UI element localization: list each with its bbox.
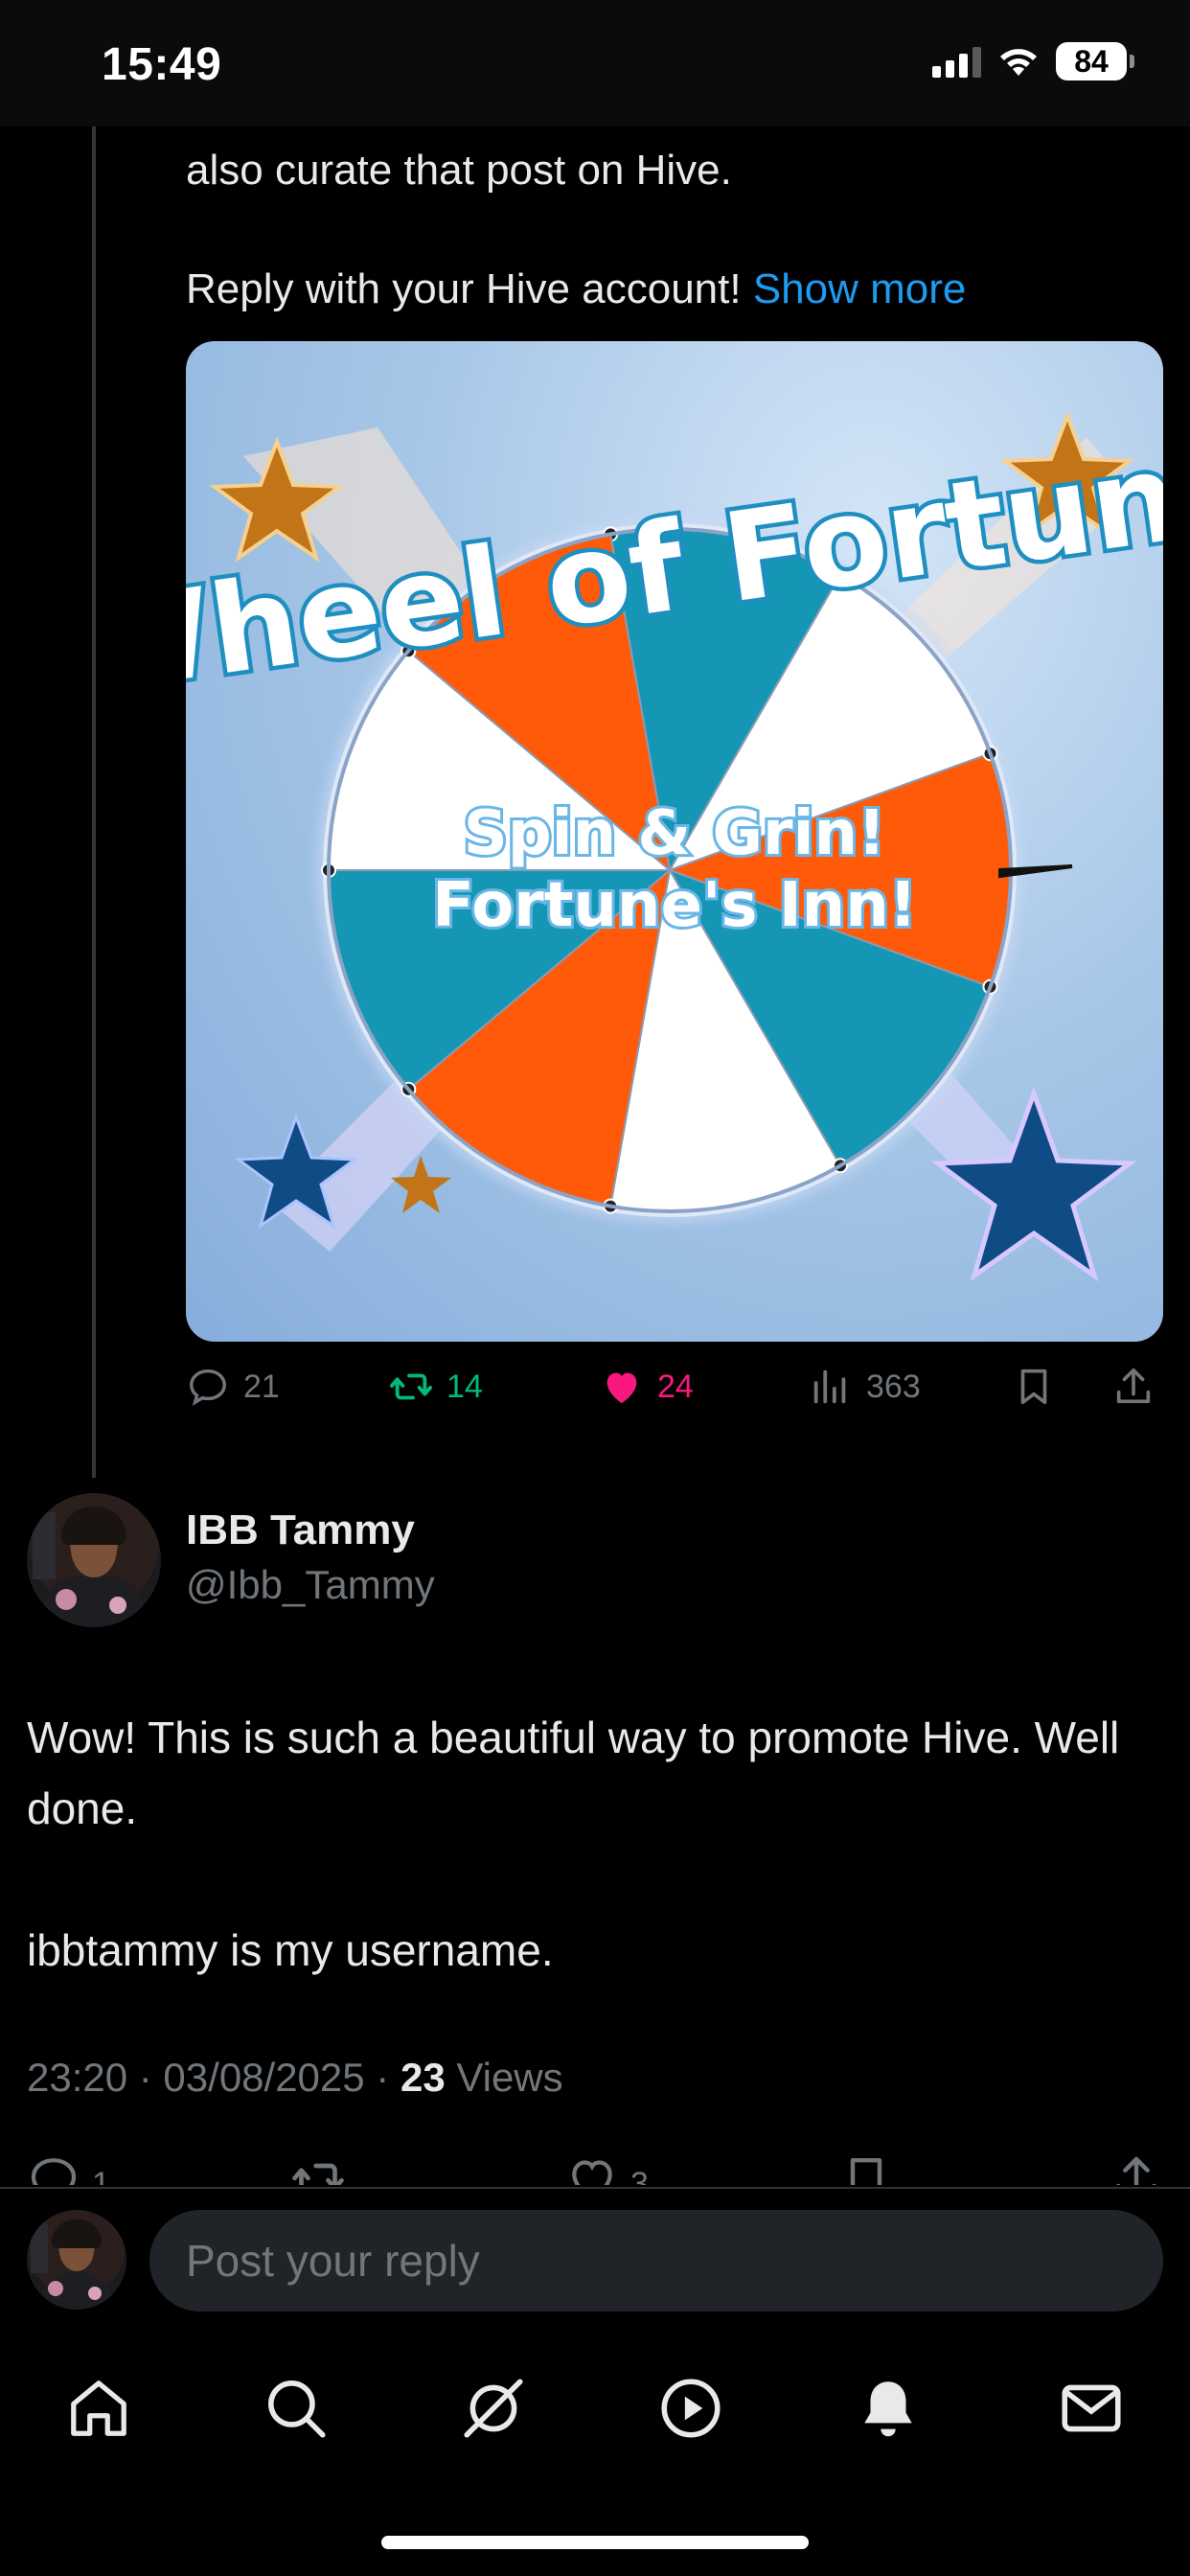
reply-count-2: 1 — [92, 2166, 110, 2185]
views-count-bold: 23 — [400, 2055, 446, 2100]
status-bar: 15:49 84 — [0, 0, 1190, 126]
avatar[interactable] — [27, 1493, 161, 1627]
tweet-action-bar: 21 14 24 363 — [186, 1365, 1163, 1422]
home-indicator — [381, 2536, 809, 2549]
like-count-2: 3 — [630, 2166, 649, 2185]
tweet-text-line2: Reply with your Hive account! Show more — [186, 265, 967, 312]
tweet-text: also curate that post on Hive. Reply wit… — [186, 142, 1154, 318]
battery-level: 84 — [1056, 42, 1127, 80]
views-icon — [813, 1369, 846, 1404]
nav-notifications[interactable] — [853, 2373, 924, 2444]
wheel-of-fortune-graphic: Wheel of Fortune Spin & Grin! Fortune's … — [186, 410, 1163, 1282]
video-icon — [661, 2379, 721, 2438]
repost-icon — [389, 1373, 433, 1400]
messages-icon — [1062, 2384, 1121, 2432]
home-icon — [71, 2380, 126, 2436]
views-label: Views — [445, 2055, 563, 2100]
nav-messages[interactable] — [1056, 2373, 1127, 2444]
like-button[interactable]: 24 — [600, 1365, 694, 1409]
media-caption-line1: Spin & Grin! — [464, 798, 886, 869]
author-handle[interactable]: @Ibb_Tammy — [186, 1562, 435, 1608]
bookmark-icon — [1020, 1368, 1047, 1405]
status-time: 15:49 — [102, 39, 222, 90]
search-icon — [268, 2380, 326, 2438]
tweet-text-line1: also curate that post on Hive. — [186, 147, 732, 194]
repost-button[interactable]: 14 — [389, 1365, 483, 1409]
thread-line — [92, 126, 96, 1478]
repost-icon — [292, 2163, 344, 2185]
heart-icon — [572, 2160, 612, 2185]
grok-icon — [464, 2379, 523, 2438]
author-name[interactable]: IBB Tammy — [186, 1506, 415, 1554]
share-icon — [1116, 2156, 1156, 2185]
reply-count: 21 — [243, 1368, 280, 1405]
tweet-media-image[interactable]: Wheel of Fortune Spin & Grin! Fortune's … — [186, 341, 1163, 1342]
like-count: 24 — [657, 1368, 694, 1405]
share-button[interactable] — [1111, 1365, 1156, 1409]
reply-button[interactable]: 21 — [186, 1365, 280, 1409]
notifications-icon — [864, 2381, 912, 2437]
nav-search[interactable] — [261, 2373, 332, 2444]
repost-count: 14 — [446, 1368, 483, 1405]
media-caption-line2: Fortune's Inn! — [432, 870, 917, 941]
reply-input[interactable] — [149, 2210, 1163, 2312]
bottom-nav — [0, 2329, 1190, 2482]
reply-text-p2: ibbtammy is my username. — [27, 1925, 554, 1975]
bookmark-icon — [850, 2157, 882, 2185]
show-more-link[interactable]: Show more — [753, 265, 967, 312]
nav-video[interactable] — [655, 2373, 726, 2444]
reply-button-2[interactable]: 1 — [27, 2152, 110, 2185]
divider — [0, 2187, 1190, 2189]
like-button-2[interactable]: 3 — [565, 2152, 649, 2185]
views-button[interactable]: 363 — [809, 1365, 921, 1409]
reply-action-bar: 1 3 — [27, 2152, 1167, 2185]
signal-icon — [932, 45, 981, 78]
status-indicators: 84 — [932, 42, 1134, 80]
wheel-pointer — [998, 864, 1073, 879]
nav-grok[interactable] — [458, 2373, 529, 2444]
tweet-meta: 23:20 · 03/08/2025 · 23 Views — [27, 2055, 563, 2101]
share-button-2[interactable] — [1110, 2152, 1163, 2185]
wifi-icon — [1000, 49, 1037, 76]
nav-home[interactable] — [63, 2373, 134, 2444]
reply-icon — [31, 2158, 77, 2185]
composer-avatar — [27, 2210, 126, 2310]
bookmark-button-2[interactable] — [839, 2152, 893, 2185]
reply-text: Wow! This is such a beautiful way to pro… — [27, 1702, 1157, 1986]
timestamp: 23:20 · 03/08/2025 · — [27, 2055, 400, 2100]
bookmark-button[interactable] — [1012, 1365, 1056, 1409]
repost-button-2[interactable] — [291, 2152, 345, 2185]
share-icon — [1116, 1368, 1151, 1404]
reply-icon — [190, 1368, 226, 1406]
views-count: 363 — [866, 1368, 921, 1405]
battery-icon: 84 — [1056, 42, 1134, 80]
reply-text-p1: Wow! This is such a beautiful way to pro… — [27, 1713, 1120, 1833]
heart-icon — [606, 1372, 637, 1404]
